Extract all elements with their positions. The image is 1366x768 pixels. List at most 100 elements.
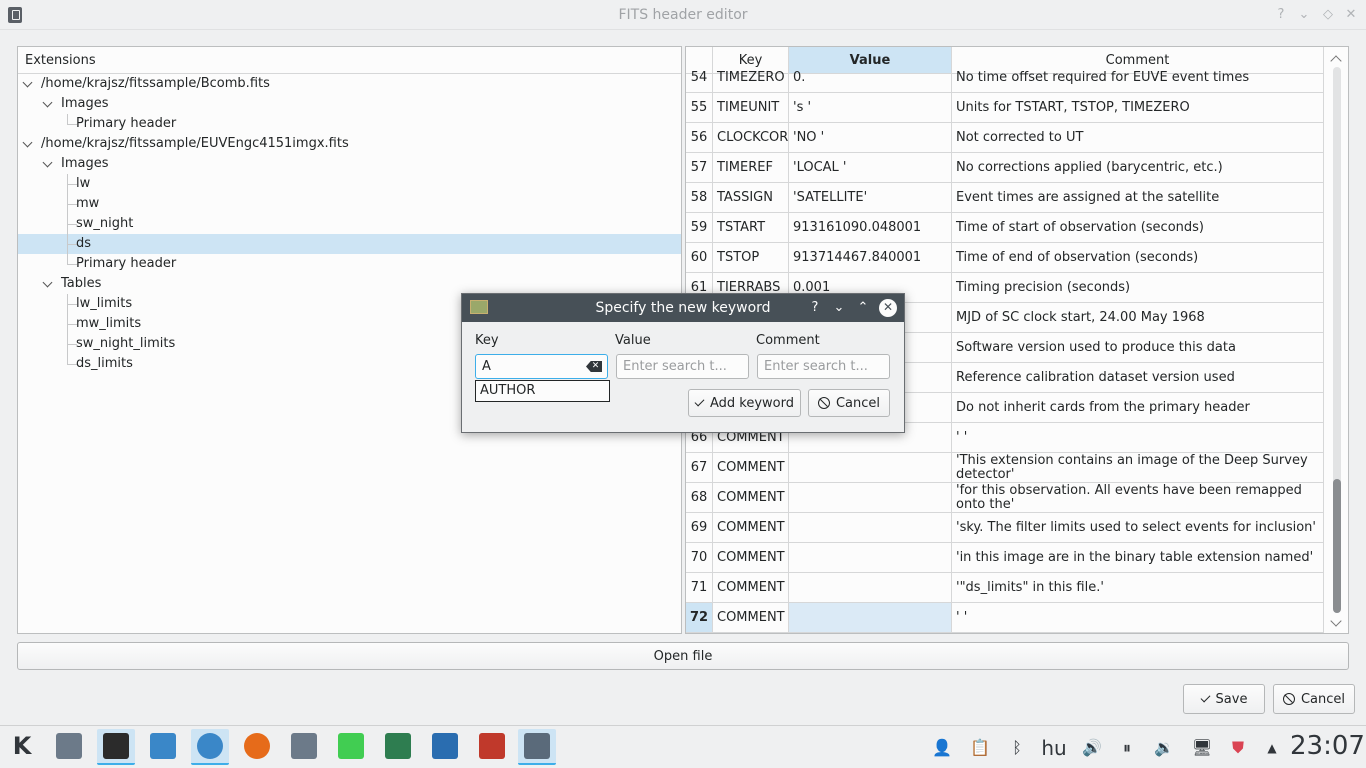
dialog-maximize-button[interactable]: ⌃: [854, 299, 872, 317]
comment-cell[interactable]: Reference calibration dataset version us…: [952, 363, 1324, 393]
chevron-down-icon[interactable]: [43, 279, 53, 289]
comment-cell[interactable]: No corrections applied (barycentric, etc…: [952, 153, 1324, 183]
value-cell[interactable]: 's ': [789, 93, 952, 123]
key-cell[interactable]: COMMENT: [713, 483, 789, 513]
tree-item[interactable]: ds: [18, 234, 681, 254]
tree-item[interactable]: sw_night: [18, 214, 681, 234]
tree-item[interactable]: Primary header: [18, 254, 681, 274]
document-viewer-icon[interactable]: [285, 729, 323, 765]
network-icon[interactable]: 🖥: [1190, 736, 1214, 760]
comment-cell[interactable]: ' ': [952, 603, 1324, 633]
presentation-icon[interactable]: [144, 729, 182, 765]
table-scrollbar[interactable]: [1324, 47, 1348, 633]
chevron-down-icon[interactable]: [23, 79, 33, 89]
key-cell[interactable]: TIMEUNIT: [713, 93, 789, 123]
comment-cell[interactable]: '"ds_limits" in this file.': [952, 573, 1324, 603]
comment-cell[interactable]: Timing precision (seconds): [952, 273, 1324, 303]
comment-cell[interactable]: 'This extension contains an image of the…: [952, 453, 1324, 483]
user-switch-icon[interactable]: 👤: [930, 736, 954, 760]
firefox-icon[interactable]: [238, 729, 276, 765]
tree-item[interactable]: /home/krajsz/fitssample/EUVEngc4151imgx.…: [18, 134, 681, 154]
value-cell[interactable]: [789, 573, 952, 603]
comment-cell[interactable]: 'in this image are in the binary table e…: [952, 543, 1324, 573]
comment-cell[interactable]: Time of end of observation (seconds): [952, 243, 1324, 273]
dialog-help-button[interactable]: ?: [806, 299, 824, 317]
value-cell[interactable]: 0.: [789, 63, 952, 93]
chevron-down-icon[interactable]: [23, 139, 33, 149]
tree-item[interactable]: Primary header: [18, 114, 681, 134]
tree-item[interactable]: Images: [18, 154, 681, 174]
value-cell[interactable]: 'LOCAL ': [789, 153, 952, 183]
key-cell[interactable]: TSTOP: [713, 243, 789, 273]
help-button[interactable]: ?: [1272, 6, 1290, 24]
value-cell[interactable]: [789, 483, 952, 513]
save-button[interactable]: Save: [1183, 684, 1265, 714]
table-row[interactable]: 59 TSTART 913161090.048001 Time of start of…: [686, 213, 1324, 243]
comment-cell[interactable]: 'for this observation. All events have b…: [952, 483, 1324, 513]
comment-cell[interactable]: Event times are assigned at the satellit…: [952, 183, 1324, 213]
scroll-down-icon[interactable]: [1330, 615, 1342, 627]
table-row[interactable]: 55 TIMEUNIT's ' Units for TSTART, TSTOP, T…: [686, 93, 1324, 123]
key-cell[interactable]: COMMENT: [713, 513, 789, 543]
table-row[interactable]: 69 COMMENT 'sky. The filter limits used to…: [686, 513, 1324, 543]
qt-creator-icon[interactable]: [332, 729, 370, 765]
close-button[interactable]: ✕: [1342, 6, 1360, 24]
table-row[interactable]: 57 TIMEREF 'LOCAL ' No corrections applied …: [686, 153, 1324, 183]
comment-input[interactable]: [757, 354, 890, 379]
maximize-button[interactable]: ◇: [1319, 6, 1337, 24]
chevron-down-icon[interactable]: [43, 159, 53, 169]
tree-item[interactable]: /home/krajsz/fitssample/Bcomb.fits: [18, 74, 681, 94]
clipboard-icon[interactable]: 📋: [968, 736, 992, 760]
key-cell[interactable]: COMMENT: [713, 543, 789, 573]
dialog-cancel-button[interactable]: Cancel: [808, 389, 890, 417]
scrollbar-thumb[interactable]: [1333, 479, 1341, 613]
key-cell[interactable]: COMMENT: [713, 603, 789, 633]
tree-item[interactable]: Images: [18, 94, 681, 114]
value-cell[interactable]: [789, 513, 952, 543]
tray-expand-icon[interactable]: ▲: [1262, 736, 1282, 760]
table-row[interactable]: 54 TIMEZERO 0. No time offset required for …: [686, 63, 1324, 93]
table-row[interactable]: 58 TASSIGN 'SATELLITE' Event times are assi…: [686, 183, 1324, 213]
system-monitor-icon[interactable]: [379, 729, 417, 765]
media-pause-icon[interactable]: ⏸: [1115, 736, 1139, 760]
table-row[interactable]: 71 COMMENT '"ds_limits" in this file.': [686, 573, 1324, 603]
table-row[interactable]: 67 COMMENT 'This extension contains an ima…: [686, 453, 1324, 483]
key-suggestion-item[interactable]: AUTHOR: [475, 380, 610, 402]
comment-cell[interactable]: Time of start of observation (seconds): [952, 213, 1324, 243]
table-row[interactable]: 56 CLOCKCOR 'NO ' Not corrected to UT: [686, 123, 1324, 153]
file-manager-icon[interactable]: [50, 729, 88, 765]
table-row[interactable]: 72 COMMENT ' ': [686, 603, 1324, 633]
key-cell[interactable]: TASSIGN: [713, 183, 789, 213]
value-cell[interactable]: 'SATELLITE': [789, 183, 952, 213]
labplot-icon[interactable]: [473, 729, 511, 765]
value-cell[interactable]: 913161090.048001: [789, 213, 952, 243]
cancel-button[interactable]: Cancel: [1273, 684, 1355, 714]
security-shield-icon[interactable]: ⛊: [1226, 736, 1250, 760]
comment-cell[interactable]: 'sky. The filter limits used to select e…: [952, 513, 1324, 543]
key-cell[interactable]: TIMEREF: [713, 153, 789, 183]
scroll-up-icon[interactable]: [1330, 55, 1342, 67]
value-cell[interactable]: 'NO ': [789, 123, 952, 153]
table-row[interactable]: 68 COMMENT 'for this observation. All even…: [686, 483, 1324, 513]
value-cell[interactable]: 913714467.840001: [789, 243, 952, 273]
comment-cell[interactable]: ' ': [952, 423, 1324, 453]
add-keyword-button[interactable]: Add keyword: [688, 389, 801, 417]
qbittorrent-icon[interactable]: [191, 729, 229, 765]
table-row[interactable]: 60 TSTOP 913714467.840001 Time of end of ob…: [686, 243, 1324, 273]
audio-icon[interactable]: 🔉: [1152, 736, 1176, 760]
tree-item[interactable]: mw: [18, 194, 681, 214]
dialog-close-icon[interactable]: ✕: [879, 299, 897, 317]
open-file-button[interactable]: Open file: [17, 642, 1349, 670]
key-cell[interactable]: COMMENT: [713, 453, 789, 483]
fits-editor-icon[interactable]: [518, 729, 556, 765]
table-row[interactable]: 70 COMMENT 'in this image are in the binar…: [686, 543, 1324, 573]
value-cell[interactable]: [789, 543, 952, 573]
kde-menu-icon[interactable]: K: [3, 729, 41, 765]
key-cell[interactable]: TIMEZERO: [713, 63, 789, 93]
tree-item[interactable]: Tables: [18, 274, 681, 294]
volume-icon[interactable]: 🔊: [1080, 736, 1104, 760]
clock[interactable]: 23:07: [1290, 731, 1365, 761]
bluetooth-icon[interactable]: ᛒ: [1005, 736, 1029, 760]
comment-cell[interactable]: Units for TSTART, TSTOP, TIMEZERO: [952, 93, 1324, 123]
keyboard-layout[interactable]: hu: [1038, 736, 1070, 760]
